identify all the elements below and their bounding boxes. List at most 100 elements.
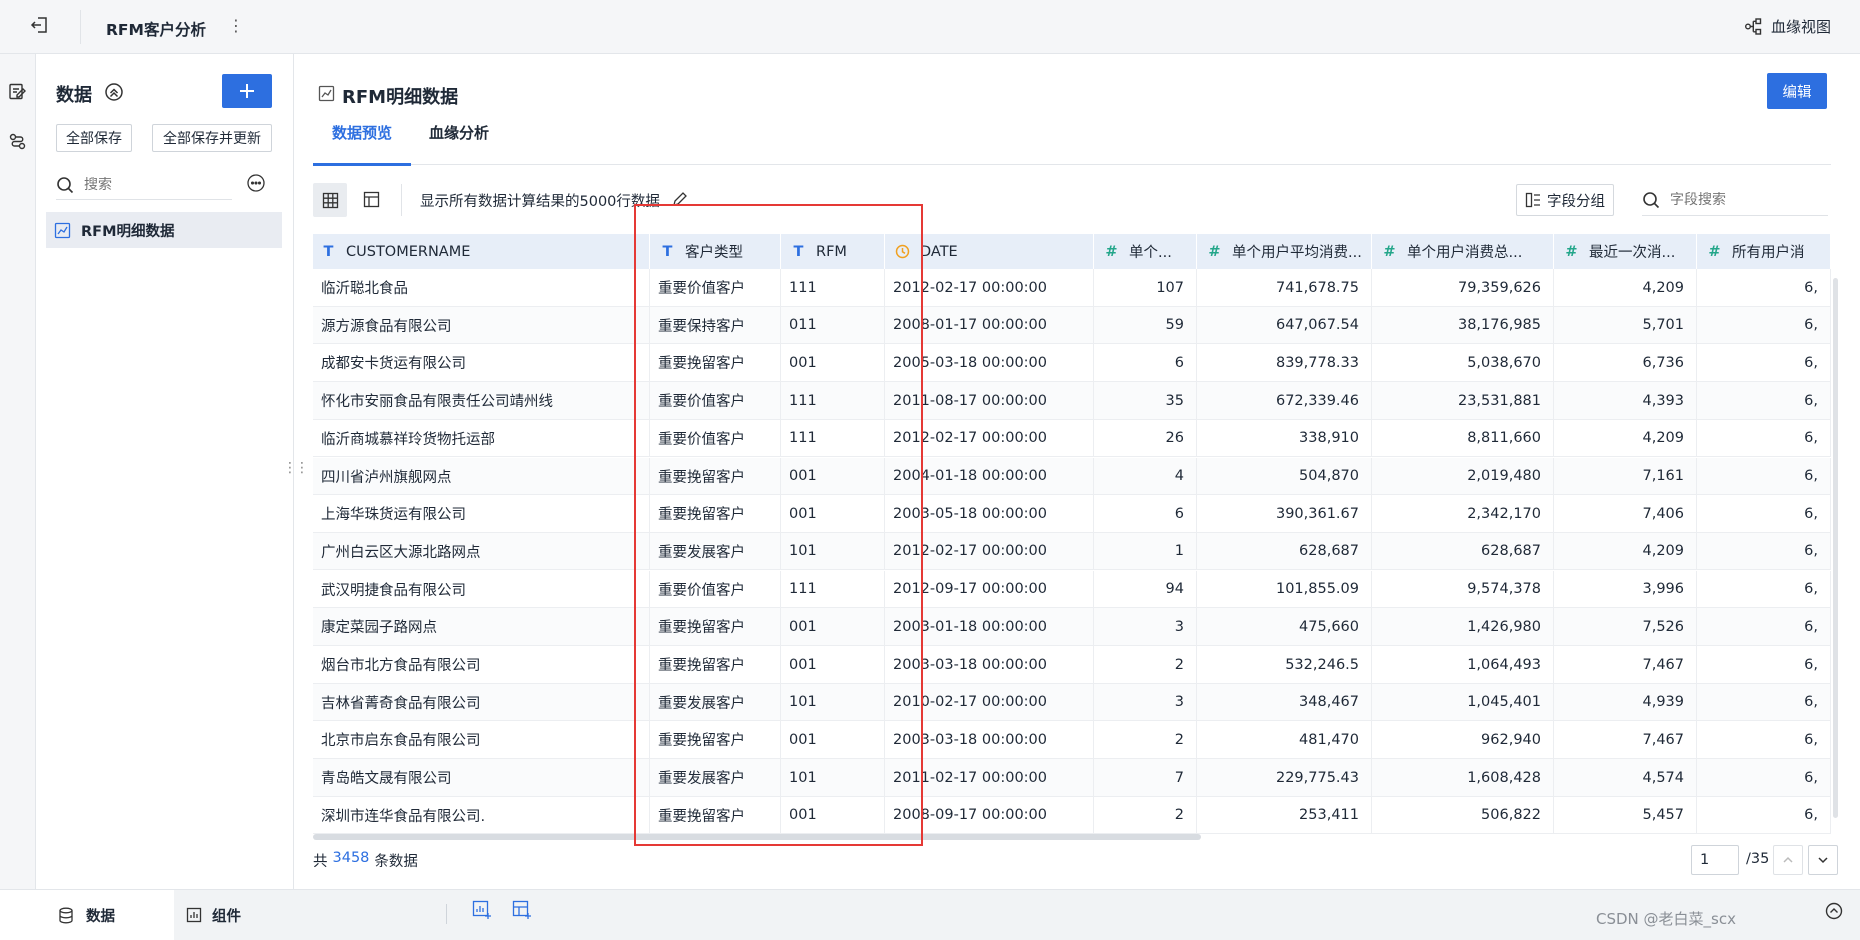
table-cell: 重要价值客户 bbox=[650, 382, 781, 420]
bottom-tab-data[interactable]: 数据 bbox=[0, 890, 174, 940]
table-cell: 001 bbox=[781, 495, 885, 533]
tab-data-preview[interactable]: 数据预览 bbox=[332, 122, 392, 143]
transform-icon[interactable] bbox=[8, 132, 27, 151]
tab-divider bbox=[313, 164, 1831, 165]
tab-lineage-analysis[interactable]: 血缘分析 bbox=[429, 122, 489, 143]
edit-pencil-icon[interactable] bbox=[672, 191, 688, 207]
table-row[interactable]: 临沂商城慕祥玲货物托运部 重要价值客户 111 2012-02-17 00:00:00… bbox=[313, 419, 1831, 458]
table-cell: 79,359,626 bbox=[1372, 269, 1554, 306]
column-header[interactable]: # 单个用户消费总... bbox=[1372, 234, 1554, 269]
bottom-bar bbox=[0, 889, 1860, 940]
chart-component-icon bbox=[186, 907, 202, 923]
table-cell: 重要挽留客户 bbox=[650, 608, 781, 646]
table-cell: 6, bbox=[1697, 306, 1831, 344]
table-cell: 北京市启东食品有限公司 bbox=[313, 721, 650, 759]
add-chart-icon[interactable] bbox=[472, 900, 492, 920]
app-title: RFM客户分析 bbox=[106, 21, 206, 39]
table-cell: 962,940 bbox=[1372, 721, 1554, 759]
layout-view-button[interactable] bbox=[363, 191, 380, 208]
grid-view-button[interactable] bbox=[313, 183, 347, 217]
table-cell: 229,775.43 bbox=[1197, 759, 1372, 797]
tab-active-indicator bbox=[313, 163, 411, 166]
number-type-icon: # bbox=[1565, 243, 1578, 260]
table-row[interactable]: 上海华珠货运有限公司 重要挽留客户 001 2003-05-18 00:00:00 6 3… bbox=[313, 495, 1831, 533]
table-cell: 2011-02-17 00:00:00 bbox=[885, 759, 1094, 797]
table-cell: 2,342,170 bbox=[1372, 495, 1554, 533]
collapse-up-icon[interactable] bbox=[104, 82, 124, 102]
table-cell: 7,406 bbox=[1554, 495, 1697, 533]
table-cell: 107 bbox=[1094, 269, 1197, 306]
save-update-all-button[interactable]: 全部保存并更新 bbox=[152, 124, 272, 152]
more-options-icon[interactable] bbox=[246, 173, 266, 193]
table-row[interactable]: 怀化市安丽食品有限责任公司靖州线 重要价值客户 111 2011-08-17 00:0… bbox=[313, 382, 1831, 420]
field-search[interactable] bbox=[1642, 184, 1828, 216]
table-row[interactable]: 吉林省菁奇食品有限公司 重要发展客户 101 2010-02-17 00:00:00 3… bbox=[313, 683, 1831, 722]
sidebar-search-input[interactable] bbox=[84, 176, 224, 193]
table-row[interactable]: 烟台市北方食品有限公司 重要挽留客户 001 2003-03-18 00:00:00 2… bbox=[313, 646, 1831, 684]
column-header[interactable]: T RFM bbox=[781, 234, 885, 269]
page-prev-button[interactable] bbox=[1773, 845, 1803, 875]
lineage-view-button[interactable]: 血缘视图 bbox=[1744, 16, 1831, 37]
save-all-button[interactable]: 全部保存 bbox=[56, 124, 132, 152]
sidebar-item-rfm-detail[interactable]: RFM明细数据 bbox=[46, 212, 282, 248]
sidebar-search[interactable] bbox=[56, 170, 232, 200]
table-row[interactable]: 深圳市连华食品有限公司. 重要挽留客户 001 2008-09-17 00:00:00… bbox=[313, 796, 1831, 834]
vertical-scrollbar[interactable] bbox=[1833, 278, 1838, 818]
row-count-prefix: 共 bbox=[313, 854, 328, 870]
edit-button[interactable]: 编辑 bbox=[1767, 73, 1827, 109]
field-group-button[interactable]: 字段分组 bbox=[1516, 184, 1614, 216]
table-cell: 1,426,980 bbox=[1372, 608, 1554, 646]
table-cell: 101,855.09 bbox=[1197, 570, 1372, 608]
table-row[interactable]: 成都安卡货运有限公司 重要挽留客户 001 2005-03-18 00:00:00 6 8… bbox=[313, 344, 1831, 382]
lineage-icon bbox=[1745, 18, 1762, 35]
column-header[interactable]: # 最近一次消... bbox=[1554, 234, 1697, 269]
table-cell: 5,457 bbox=[1554, 796, 1697, 834]
column-header[interactable]: # 所有用户消 bbox=[1697, 234, 1831, 269]
expand-up-icon[interactable] bbox=[1825, 902, 1843, 920]
table-cell: 康定菜园子路网点 bbox=[313, 608, 650, 646]
horizontal-scrollbar[interactable] bbox=[313, 834, 1201, 840]
table-cell: 1 bbox=[1094, 532, 1197, 570]
table-cell: 38,176,985 bbox=[1372, 306, 1554, 344]
field-search-input[interactable] bbox=[1670, 191, 1820, 208]
bottom-tab-component[interactable]: 组件 bbox=[186, 890, 241, 940]
table-row[interactable]: 北京市启东食品有限公司 重要挽留客户 001 2003-03-18 00:00:00 2… bbox=[313, 721, 1831, 759]
table-row[interactable]: 临沂聪北食品 重要价值客户 111 2012-02-17 00:00:00 107 741… bbox=[313, 269, 1831, 307]
table-row[interactable]: 武汉明捷食品有限公司 重要价值客户 111 2012-09-17 00:00:00 94… bbox=[313, 570, 1831, 609]
page-input[interactable]: 1 bbox=[1691, 845, 1739, 875]
table-cell: 2004-01-18 00:00:00 bbox=[885, 457, 1094, 495]
table-row[interactable]: 康定菜园子路网点 重要挽留客户 001 2003-01-18 00:00:00 3 475… bbox=[313, 608, 1831, 646]
column-header[interactable]: # 单个用户平均消费... bbox=[1197, 234, 1372, 269]
table-header: T CUSTOMERNAME T 客户类型 T RFM DATE # 单个... # 单个用户平均消… bbox=[313, 234, 1831, 269]
column-header[interactable]: T CUSTOMERNAME bbox=[313, 234, 650, 269]
table-cell: 8,811,660 bbox=[1372, 419, 1554, 457]
column-header[interactable]: # 单个... bbox=[1094, 234, 1197, 269]
add-dashboard-icon[interactable] bbox=[512, 900, 532, 920]
text-type-icon: T bbox=[662, 243, 673, 260]
table-cell: 重要发展客户 bbox=[650, 759, 781, 797]
table-cell: 2,019,480 bbox=[1372, 457, 1554, 495]
table-row[interactable]: 广州白云区大源北路网点 重要发展客户 101 2012-02-17 00:00:00 1… bbox=[313, 532, 1831, 571]
data-edit-icon[interactable] bbox=[8, 82, 27, 101]
page-next-button[interactable] bbox=[1808, 845, 1838, 875]
exit-icon[interactable] bbox=[30, 15, 50, 35]
table-cell: 101 bbox=[781, 759, 885, 797]
table-row[interactable]: 源方源食品有限公司 重要保持客户 011 2008-01-17 00:00:00 59 6… bbox=[313, 306, 1831, 345]
page-title: RFM明细数据 bbox=[342, 87, 459, 108]
table-cell: 2012-02-17 00:00:00 bbox=[885, 419, 1094, 457]
table-cell: 6 bbox=[1094, 495, 1197, 533]
table-cell: 506,822 bbox=[1372, 796, 1554, 834]
table-cell: 2003-03-18 00:00:00 bbox=[885, 721, 1094, 759]
table-row[interactable]: 青岛皓文晟有限公司 重要发展客户 101 2011-02-17 00:00:00 7 22… bbox=[313, 759, 1831, 797]
column-header[interactable]: T 客户类型 bbox=[650, 234, 781, 269]
add-data-button[interactable] bbox=[222, 74, 272, 108]
more-icon[interactable]: ⋮ bbox=[228, 16, 244, 35]
table-row[interactable]: 四川省泸州旗舰网点 重要挽留客户 001 2004-01-18 00:00:00 4 50… bbox=[313, 457, 1831, 495]
resize-handle[interactable]: ⋮⋮ bbox=[283, 460, 309, 476]
table-cell: 2 bbox=[1094, 646, 1197, 683]
table-cell: 101 bbox=[781, 683, 885, 721]
table-cell: 1,608,428 bbox=[1372, 759, 1554, 797]
table-cell: 2012-02-17 00:00:00 bbox=[885, 269, 1094, 306]
column-header[interactable]: DATE bbox=[885, 234, 1094, 269]
table-cell: 2012-02-17 00:00:00 bbox=[885, 532, 1094, 570]
